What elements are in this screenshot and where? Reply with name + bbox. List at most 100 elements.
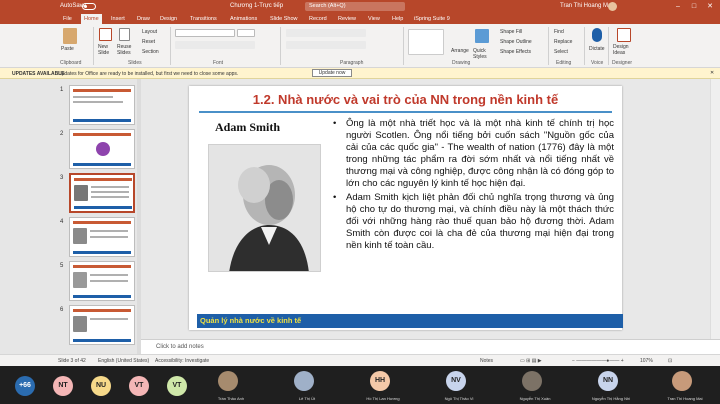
bullet-marker: • xyxy=(333,192,337,203)
participant-name: Nguyễn Thị Xuân xyxy=(519,396,551,401)
font-name-box[interactable] xyxy=(175,29,235,37)
thumbnail-number: 5 xyxy=(60,263,64,269)
paste-button[interactable]: Paste xyxy=(61,46,74,52)
slide-thumbnail-4[interactable] xyxy=(69,217,135,257)
slide-thumbnail-1[interactable] xyxy=(69,85,135,125)
slide-title[interactable]: 1.2. Nhà nước và vai trò của NN trong nề… xyxy=(189,92,622,107)
font-format-buttons[interactable] xyxy=(175,41,255,49)
view-buttons[interactable]: ▭ ⊞ ▤ ▶ xyxy=(520,358,542,364)
group-editing: Editing xyxy=(556,60,572,66)
shape-outline-button[interactable]: Shape Outline xyxy=(500,39,532,45)
participant-avatar[interactable]: NU xyxy=(91,376,111,396)
shapes-gallery[interactable] xyxy=(408,29,444,55)
video-tile[interactable]: Trần Thảo Anh xyxy=(198,366,264,404)
video-tile[interactable]: Tran Thi Hoang Mai xyxy=(652,366,718,404)
current-slide[interactable]: 1.2. Nhà nước và vai trò của NN trong nề… xyxy=(189,86,623,330)
microphone-icon[interactable] xyxy=(592,28,602,42)
reuse-slides-button[interactable]: Reuse Slides xyxy=(117,44,135,56)
footer-text[interactable]: Quản lý nhà nước về kinh tế xyxy=(200,316,301,325)
design-ideas-button[interactable]: Design Ideas xyxy=(613,44,637,56)
font-size-box[interactable] xyxy=(237,29,255,37)
design-ideas-icon[interactable] xyxy=(617,28,631,42)
paragraph-buttons[interactable] xyxy=(286,29,366,37)
quick-styles-button[interactable]: Quick Styles xyxy=(473,48,497,60)
group-font: Font xyxy=(213,60,224,66)
tab-animations[interactable]: Animations xyxy=(227,14,260,24)
video-tile[interactable]: Lê Thị Út xyxy=(274,366,340,404)
dictate-button[interactable]: Dictate xyxy=(589,46,605,52)
shape-fill-button[interactable]: Shape Fill xyxy=(500,29,522,35)
video-tile[interactable]: HH Hồ Thị Lan Hương xyxy=(350,366,416,404)
thumb-footer xyxy=(73,119,131,122)
participant-avatar: NV xyxy=(446,371,466,391)
minimize-icon[interactable]: – xyxy=(672,1,684,12)
tab-help[interactable]: Help xyxy=(389,14,406,24)
autosave-toggle[interactable] xyxy=(82,3,96,10)
slide-thumbnail-5[interactable] xyxy=(69,261,135,301)
zoom-level[interactable]: 107% xyxy=(640,358,653,364)
portrait-drawing xyxy=(209,145,320,271)
fit-slide-icon[interactable]: ⊡ xyxy=(668,358,672,364)
document-title: Chương 1-Trực tiếp xyxy=(230,3,284,9)
language-status[interactable]: English (United States) xyxy=(98,358,149,364)
section-button[interactable]: Section xyxy=(142,49,159,55)
tab-insert[interactable]: Insert xyxy=(108,14,128,24)
notes-button[interactable]: Notes xyxy=(480,358,493,364)
paste-icon[interactable] xyxy=(63,28,77,44)
new-slide-icon[interactable] xyxy=(99,28,112,41)
layout-button[interactable]: Layout xyxy=(142,29,157,35)
tab-file[interactable]: File xyxy=(60,14,75,24)
video-tile[interactable]: Nguyễn Thị Xuân xyxy=(502,366,568,404)
replace-button[interactable]: Replace xyxy=(554,39,572,45)
ribbon-separator xyxy=(608,27,609,65)
slide-thumbnail-6[interactable] xyxy=(69,305,135,345)
video-tile[interactable]: NN Nguyễn Thị Hằng Nhi xyxy=(578,366,644,404)
tab-draw[interactable]: Draw xyxy=(134,14,153,24)
slide-thumbnail-3[interactable] xyxy=(69,173,135,213)
participant-name: Lê Thị Út xyxy=(298,396,316,401)
alignment-buttons[interactable] xyxy=(286,41,366,49)
group-drawing: Drawing xyxy=(452,60,471,66)
canvas-scrollbar[interactable] xyxy=(710,79,720,339)
tab-slide-show[interactable]: Slide Show xyxy=(267,14,301,24)
participant-avatar[interactable]: VT xyxy=(129,376,149,396)
thumb-portrait xyxy=(73,272,87,288)
bullet-list[interactable]: • Ông là một nhà triết học và là một nhà… xyxy=(333,118,614,254)
notes-placeholder[interactable]: Click to add notes xyxy=(156,344,204,350)
quick-styles-icon[interactable] xyxy=(475,29,489,43)
update-notification-bar: UPDATES AVAILABLE Updates for Office are… xyxy=(0,68,720,79)
person-name[interactable]: Adam Smith xyxy=(215,120,280,135)
accessibility-status[interactable]: Accessibility: Investigate xyxy=(155,358,209,364)
shape-effects-button[interactable]: Shape Effects xyxy=(500,49,531,55)
participant-avatar: NN xyxy=(598,371,618,391)
video-tile[interactable]: NV Ngô Thị Thảo Vi xyxy=(426,366,492,404)
tab-ispring[interactable]: iSpring Suite 9 xyxy=(411,14,453,24)
close-icon[interactable]: ✕ xyxy=(710,70,714,76)
search-box[interactable]: Search (Alt+Q) xyxy=(305,2,405,11)
tab-record[interactable]: Record xyxy=(306,14,330,24)
tab-home[interactable]: Home xyxy=(81,14,102,24)
more-participants-count[interactable]: +66 xyxy=(15,376,35,396)
reset-button[interactable]: Reset xyxy=(142,39,155,45)
arrange-button[interactable]: Arrange xyxy=(451,48,469,54)
reuse-slides-icon[interactable] xyxy=(119,28,130,41)
ribbon: Paste Clipboard New Slide Reuse Slides L… xyxy=(0,24,720,68)
find-button[interactable]: Find xyxy=(554,29,564,35)
zoom-slider[interactable]: − ——————●—— + xyxy=(572,358,624,364)
portrait-image[interactable] xyxy=(208,144,321,272)
participant-avatar[interactable]: VT xyxy=(167,376,187,396)
update-now-button[interactable]: Update now xyxy=(312,69,352,77)
close-icon[interactable]: ✕ xyxy=(704,1,716,12)
maximize-icon[interactable]: □ xyxy=(688,1,700,12)
tab-design[interactable]: Design xyxy=(157,14,180,24)
ribbon-tabs: File Home Insert Draw Design Transitions… xyxy=(0,13,720,24)
select-button[interactable]: Select xyxy=(554,49,568,55)
notes-pane[interactable]: Click to add notes xyxy=(141,339,720,354)
tab-review[interactable]: Review xyxy=(335,14,359,24)
participant-avatar[interactable]: NT xyxy=(53,376,73,396)
tab-transitions[interactable]: Transitions xyxy=(187,14,220,24)
slide-thumbnail-2[interactable] xyxy=(69,129,135,169)
new-slide-button[interactable]: New Slide xyxy=(98,44,116,56)
user-avatar[interactable] xyxy=(608,2,617,11)
tab-view[interactable]: View xyxy=(365,14,383,24)
